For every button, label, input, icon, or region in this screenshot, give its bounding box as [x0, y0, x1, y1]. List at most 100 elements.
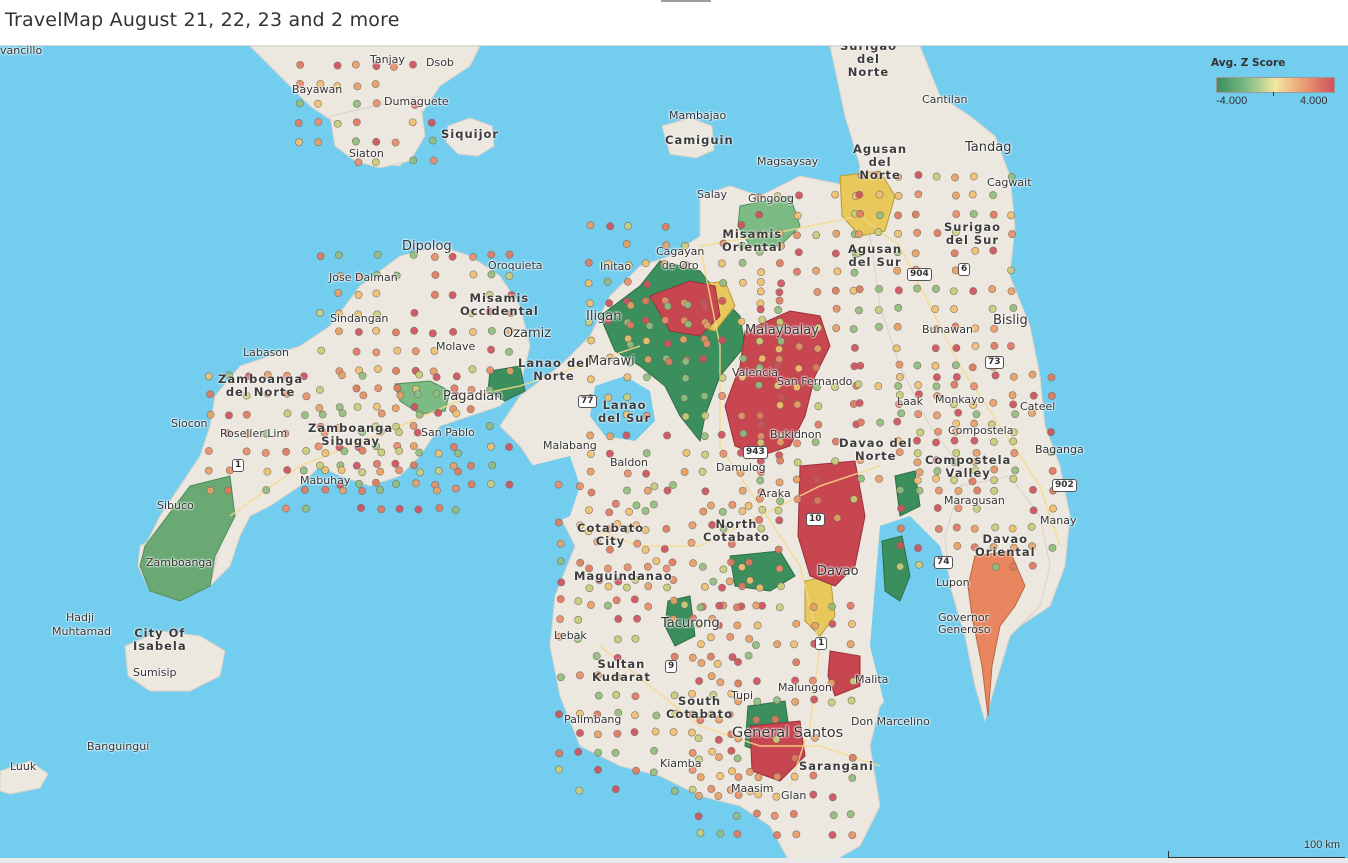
z-score-dot[interactable]: [643, 280, 651, 289]
z-score-dot[interactable]: [813, 475, 821, 484]
z-score-dot[interactable]: [321, 485, 330, 494]
z-score-dot[interactable]: [952, 344, 961, 352]
z-score-dot[interactable]: [1029, 506, 1038, 515]
z-score-dot[interactable]: [718, 373, 727, 382]
z-score-dot[interactable]: [574, 615, 583, 624]
z-score-dot[interactable]: [1047, 428, 1055, 436]
z-score-dot[interactable]: [1011, 410, 1020, 419]
z-score-dot[interactable]: [409, 442, 418, 450]
z-score-dot[interactable]: [351, 60, 360, 69]
z-score-dot[interactable]: [1049, 504, 1057, 513]
z-score-dot[interactable]: [506, 367, 515, 375]
z-score-dot[interactable]: [951, 173, 959, 182]
z-score-dot[interactable]: [725, 577, 734, 586]
z-score-dot[interactable]: [414, 505, 423, 514]
z-score-dot[interactable]: [334, 289, 343, 297]
z-score-dot[interactable]: [680, 600, 689, 609]
z-score-dot[interactable]: [689, 559, 697, 568]
z-score-dot[interactable]: [454, 467, 462, 476]
z-score-dot[interactable]: [773, 772, 782, 781]
z-score-dot[interactable]: [652, 557, 661, 565]
z-score-dot[interactable]: [372, 289, 381, 298]
z-score-dot[interactable]: [411, 347, 420, 356]
z-score-dot[interactable]: [828, 602, 836, 611]
z-score-dot[interactable]: [631, 692, 640, 701]
z-score-dot[interactable]: [738, 486, 747, 495]
z-score-dot[interactable]: [335, 327, 343, 336]
z-score-dot[interactable]: [756, 476, 765, 485]
z-score-dot[interactable]: [1029, 391, 1038, 400]
z-score-dot[interactable]: [737, 317, 746, 326]
z-score-dot[interactable]: [683, 300, 692, 309]
z-score-dot[interactable]: [294, 119, 303, 127]
z-score-dot[interactable]: [467, 461, 475, 470]
z-score-dot[interactable]: [1007, 211, 1015, 220]
z-score-dot[interactable]: [340, 447, 349, 456]
z-score-dot[interactable]: [896, 541, 905, 550]
z-score-dot[interactable]: [989, 246, 998, 255]
z-score-dot[interactable]: [1009, 304, 1018, 312]
z-score-dot[interactable]: [718, 392, 727, 400]
z-score-dot[interactable]: [301, 411, 309, 420]
z-score-dot[interactable]: [668, 558, 677, 567]
z-score-dot[interactable]: [605, 299, 614, 308]
z-score-dot[interactable]: [626, 321, 635, 330]
z-score-dot[interactable]: [789, 810, 798, 818]
z-score-dot[interactable]: [434, 449, 443, 458]
z-score-dot[interactable]: [435, 504, 444, 512]
z-score-dot[interactable]: [950, 305, 958, 314]
z-score-dot[interactable]: [434, 409, 443, 417]
z-score-dot[interactable]: [622, 431, 631, 440]
z-score-dot[interactable]: [556, 539, 565, 548]
z-score-dot[interactable]: [795, 191, 803, 200]
z-score-dot[interactable]: [932, 284, 940, 293]
z-score-dot[interactable]: [669, 727, 678, 736]
z-score-dot[interactable]: [894, 229, 902, 238]
z-score-dot[interactable]: [728, 767, 736, 776]
z-score-dot[interactable]: [335, 251, 343, 260]
z-score-dot[interactable]: [505, 272, 514, 280]
z-score-dot[interactable]: [376, 467, 385, 476]
z-score-dot[interactable]: [716, 772, 724, 780]
z-score-dot[interactable]: [469, 253, 477, 261]
z-score-dot[interactable]: [811, 621, 820, 630]
z-score-dot[interactable]: [644, 602, 653, 611]
z-score-dot[interactable]: [775, 296, 784, 305]
z-score-dot[interactable]: [505, 250, 514, 259]
z-score-dot[interactable]: [315, 404, 324, 412]
z-score-dot[interactable]: [354, 291, 363, 299]
z-score-dot[interactable]: [649, 768, 658, 777]
z-score-dot[interactable]: [468, 365, 477, 374]
z-score-dot[interactable]: [467, 480, 476, 489]
z-score-dot[interactable]: [776, 401, 785, 410]
z-score-dot[interactable]: [733, 754, 742, 763]
z-score-dot[interactable]: [935, 486, 943, 495]
z-score-dot[interactable]: [644, 355, 653, 364]
z-score-dot[interactable]: [393, 346, 402, 355]
z-score-dot[interactable]: [295, 138, 303, 147]
z-score-dot[interactable]: [701, 411, 710, 420]
z-score-dot[interactable]: [282, 447, 290, 456]
z-score-dot[interactable]: [933, 411, 941, 420]
z-score-dot[interactable]: [358, 371, 367, 380]
z-score-dot[interactable]: [688, 749, 697, 757]
z-score-dot[interactable]: [466, 405, 475, 414]
z-score-dot[interactable]: [793, 458, 802, 467]
z-score-dot[interactable]: [739, 429, 748, 438]
z-score-dot[interactable]: [393, 384, 402, 392]
z-score-dot[interactable]: [775, 478, 784, 487]
z-score-dot[interactable]: [410, 403, 419, 411]
z-score-dot[interactable]: [605, 508, 614, 517]
z-score-dot[interactable]: [576, 558, 585, 567]
z-score-dot[interactable]: [663, 583, 672, 592]
z-score-dot[interactable]: [694, 734, 703, 743]
z-score-dot[interactable]: [970, 382, 978, 391]
z-score-dot[interactable]: [415, 410, 424, 419]
z-score-dot[interactable]: [812, 363, 820, 372]
z-score-dot[interactable]: [353, 99, 361, 108]
z-score-dot[interactable]: [718, 296, 727, 305]
z-score-dot[interactable]: [352, 461, 361, 470]
z-score-dot[interactable]: [316, 252, 325, 261]
z-score-dot[interactable]: [224, 486, 232, 495]
z-score-dot[interactable]: [612, 690, 621, 699]
